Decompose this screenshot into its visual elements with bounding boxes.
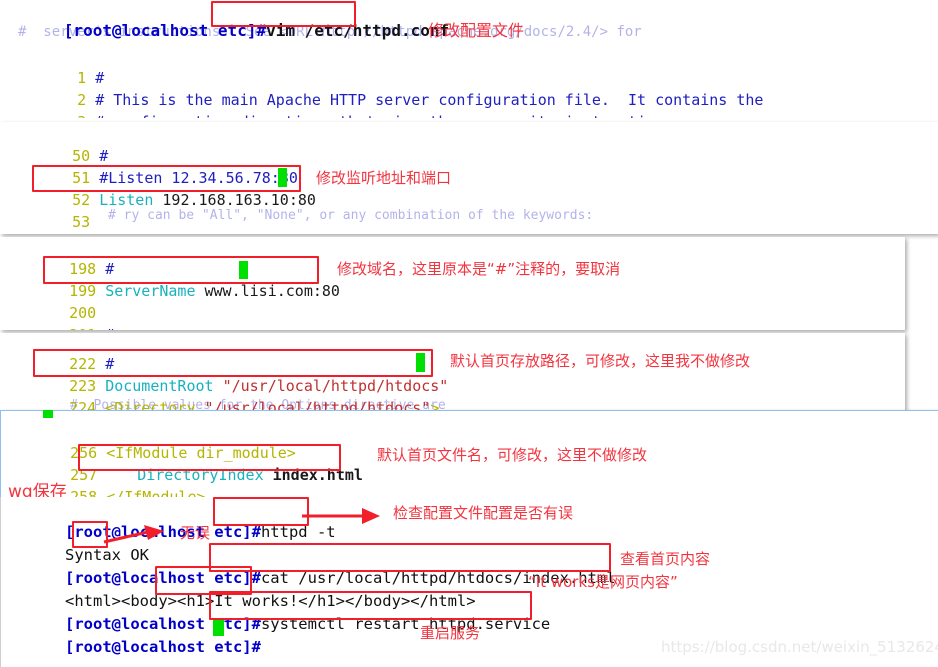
- annotation-restart-service: 重启服务: [420, 624, 481, 642]
- screenshot-root: [root@localhost etc]#vim /etc/httpd.conf…: [0, 0, 938, 667]
- directive-name: Listen: [99, 191, 154, 209]
- documentroot-panel: # Possible values for the Options direct…: [0, 333, 905, 418]
- vim-header-panel: [root@localhost etc]#vim /etc/httpd.conf…: [0, 0, 938, 118]
- vim-cursor-listen: [278, 168, 287, 187]
- annotation-listen: 修改监听地址和端口: [316, 169, 452, 187]
- directive-name: ServerName: [105, 282, 196, 300]
- directoryindex-value: index.html: [272, 466, 363, 484]
- annotation-it-works: “It works是网页内容”: [528, 573, 678, 591]
- listen-value: 192.168.163.10:80: [162, 191, 316, 209]
- line-content: #: [105, 326, 114, 330]
- annotation-documentroot: 默认首页存放路径，可修改，这里我不做修改: [450, 352, 751, 370]
- vim-cursor-directoryindex-top: [43, 410, 53, 418]
- annotation-directoryindex: 默认首页文件名，可修改，这里不做修改: [377, 446, 648, 464]
- annotation-view-index: 查看首页内容: [620, 550, 711, 568]
- vim-cursor-servername: [239, 261, 248, 279]
- terminal-command: systemctl restart httpd.service: [260, 615, 551, 633]
- prompt-text: [root@localhost etc]#: [65, 638, 261, 656]
- line-content: # configuration directives that give the…: [95, 113, 682, 118]
- annotation-edit-config: 修改配置文件: [428, 21, 525, 40]
- line-number: 3: [60, 112, 86, 118]
- servername-line-201: 201 #: [4, 305, 114, 330]
- annotation-check-config: 检查配置文件配置是否有误: [393, 504, 574, 522]
- line-number: 201: [58, 325, 96, 330]
- servername-value: www.lisi.com:80: [204, 282, 340, 300]
- listen-line-54: 54#: [6, 214, 108, 234]
- annotation-servername: 修改域名，这里原本是“#”注释的，要取消: [337, 260, 621, 278]
- vim-cursor-documentroot: [416, 353, 425, 372]
- vim-ghost-line-top: # server's instructions. See <URL:http:/…: [18, 24, 642, 40]
- terminal-cursor: [213, 618, 224, 636]
- watermark-url: https://blog.csdn.net/weixin_51326240: [661, 638, 938, 656]
- vim-line-3: 3 # configuration directives that give th…: [6, 92, 682, 118]
- annotation-no-error: 无误: [180, 524, 211, 542]
- terminal-command: httpd -t: [260, 523, 336, 541]
- servername-panel: 198# 199ServerNamewww.lisi.com:80 200 20…: [0, 237, 905, 330]
- listen-panel: # ry can be "All", "None", or any combin…: [0, 122, 938, 234]
